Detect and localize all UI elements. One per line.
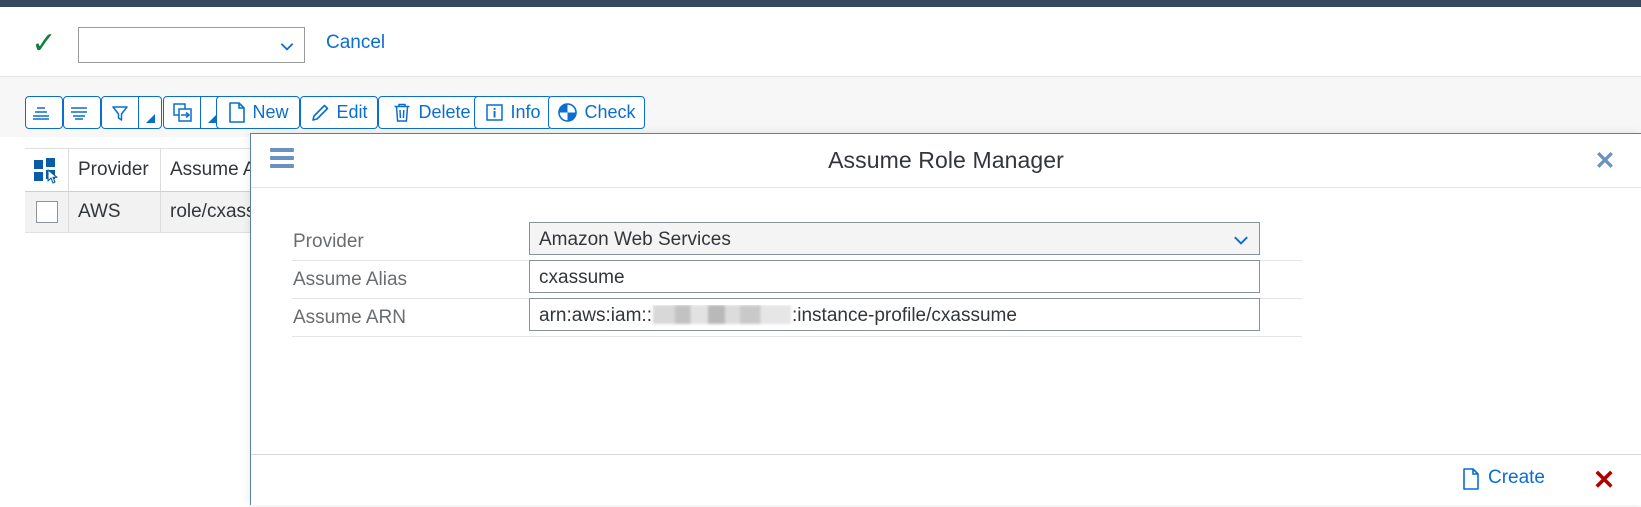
provider-value: Amazon Web Services	[539, 229, 1223, 251]
checkmark-icon[interactable]: ✓	[28, 29, 60, 61]
assume-arn-label: Assume ARN	[293, 307, 406, 329]
cell-provider: AWS	[69, 192, 161, 232]
filter-button[interactable]	[101, 96, 162, 129]
cancel-link[interactable]: Cancel	[326, 32, 385, 54]
trash-icon	[392, 102, 412, 123]
assume-role-manager-dialog: Assume Role Manager ✕ Provider Amazon We…	[250, 133, 1641, 505]
assume-alias-value: cxassume	[539, 267, 1250, 289]
dialog-footer: Create ✕	[251, 454, 1641, 507]
assume-arn-prefix: arn:aws:iam::	[539, 305, 652, 326]
chevron-down-icon	[278, 37, 296, 55]
row-select-cell[interactable]	[25, 192, 69, 232]
edit-label: Edit	[336, 103, 367, 123]
dialog-title: Assume Role Manager	[251, 147, 1641, 174]
export-sheet-icon	[172, 102, 193, 123]
sort-descending-button[interactable]	[63, 96, 101, 129]
new-button[interactable]: New	[216, 96, 300, 129]
new-label: New	[252, 103, 288, 123]
grid-select-all-icon	[34, 158, 60, 182]
info-button[interactable]: Info	[474, 96, 552, 129]
application-window: ✓ Cancel	[0, 0, 1641, 505]
export-button[interactable]	[163, 96, 224, 129]
dialog-header: Assume Role Manager ✕	[251, 134, 1641, 188]
sort-ascending-button[interactable]	[25, 96, 63, 129]
filter-funnel-icon	[110, 103, 130, 123]
cursor-arrow-icon	[47, 169, 60, 184]
document-icon	[1461, 468, 1480, 490]
chevron-down-icon	[1232, 231, 1250, 249]
row-checkbox[interactable]	[36, 201, 58, 223]
document-icon	[227, 102, 246, 123]
sort-lines-icon	[31, 103, 51, 123]
column-header-provider[interactable]: Provider	[69, 149, 161, 191]
provider-select[interactable]: Amazon Web Services	[529, 222, 1260, 255]
close-red-icon[interactable]: ✕	[1589, 465, 1619, 495]
list-lines-icon	[69, 103, 89, 123]
header-combo-box[interactable]	[78, 27, 305, 63]
info-icon	[485, 103, 504, 122]
assume-arn-value: arn:aws:iam:::instance-profile/cxassume	[539, 305, 1250, 327]
assume-alias-input[interactable]: cxassume	[529, 260, 1260, 293]
dialog-body: Provider Amazon Web Services Assume Alia…	[251, 188, 1641, 454]
create-label: Create	[1488, 467, 1545, 491]
info-label: Info	[510, 103, 540, 123]
pencil-icon	[310, 103, 330, 123]
pie-check-icon	[557, 102, 578, 123]
check-button[interactable]: Check	[548, 96, 645, 129]
filter-dropdown-arrow[interactable]	[138, 97, 161, 128]
redacted-account-id	[653, 305, 791, 324]
check-label: Check	[584, 103, 635, 123]
delete-button[interactable]: Delete	[378, 96, 485, 129]
header-bar: ✓ Cancel	[0, 7, 1641, 77]
shell-top-bar	[0, 0, 1641, 7]
form-row-assume-alias: Assume Alias cxassume	[292, 260, 1302, 299]
form-row-assume-arn: Assume ARN arn:aws:iam:::instance-profil…	[292, 298, 1302, 337]
assume-arn-suffix: :instance-profile/cxassume	[792, 305, 1017, 326]
select-all-cell[interactable]	[25, 149, 69, 191]
assume-alias-label: Assume Alias	[293, 269, 407, 291]
create-button[interactable]: Create	[1461, 467, 1545, 491]
provider-label: Provider	[293, 231, 364, 253]
edit-button[interactable]: Edit	[300, 96, 378, 129]
close-icon[interactable]: ✕	[1591, 147, 1619, 175]
delete-label: Delete	[418, 103, 470, 123]
form-row-provider: Provider Amazon Web Services	[292, 222, 1302, 261]
assume-arn-input[interactable]: arn:aws:iam:::instance-profile/cxassume	[529, 298, 1260, 331]
